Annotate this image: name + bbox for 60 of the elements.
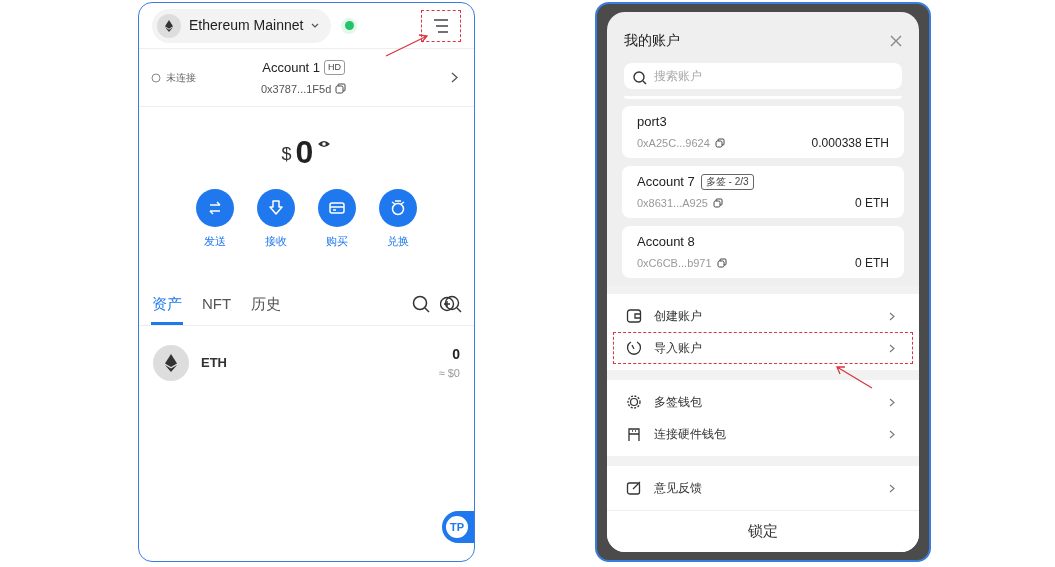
annotation-arrow xyxy=(834,364,874,390)
annotation-arrow xyxy=(384,32,430,58)
account-balance: 0 ETH xyxy=(855,195,889,213)
copy-icon xyxy=(714,138,725,149)
chevron-right-icon xyxy=(889,429,895,439)
copy-icon xyxy=(716,258,727,269)
add-token-button[interactable] xyxy=(440,295,462,313)
circle-icon xyxy=(151,72,161,83)
account-badge: HD xyxy=(324,60,346,76)
account-address: 0xC6CB...b971 xyxy=(637,256,712,271)
chevron-down-icon xyxy=(311,22,320,29)
account-name: Account 7 xyxy=(637,172,695,191)
account-card[interactable]: Account 8 0xC6CB...b971 0 ETH xyxy=(622,226,904,278)
account-address: 0xA25C...9624 xyxy=(637,136,710,151)
account-balance: 0 ETH xyxy=(855,255,889,273)
account-address: 0x3787...1F5d xyxy=(261,81,332,97)
asset-value: ≈ $0 xyxy=(438,365,460,381)
copy-icon xyxy=(712,198,723,209)
receive-icon xyxy=(266,198,286,218)
eye-icon xyxy=(317,139,332,149)
close-button[interactable] xyxy=(890,34,902,47)
account-address: 0x8631...A925 xyxy=(637,196,708,211)
account-name: Account 1 xyxy=(262,59,321,77)
currency-symbol: $ xyxy=(281,143,292,166)
tab[interactable]: 历史 xyxy=(250,283,283,325)
chevron-right-icon xyxy=(889,343,895,353)
menu-item[interactable]: 连接硬件钱包 xyxy=(613,418,913,450)
tab[interactable]: 资产 xyxy=(151,283,183,325)
copy-icon xyxy=(335,83,347,95)
sheet-title: 我的账户 xyxy=(624,31,680,50)
search-button[interactable] xyxy=(412,295,430,313)
account-card[interactable]: Account 7 多签 - 2/3 0x8631...A925 0 ETH xyxy=(622,166,904,218)
menu-item[interactable]: 多签钱包 xyxy=(613,386,913,418)
tab[interactable]: NFT xyxy=(201,283,233,325)
chevron-right-icon xyxy=(889,397,895,407)
menu-item[interactable]: 创建账户 xyxy=(613,300,913,332)
account-name: Account 8 xyxy=(637,232,695,251)
asset-symbol: ETH xyxy=(201,353,227,372)
search-field[interactable]: 搜索账户 xyxy=(624,63,902,89)
search-icon xyxy=(633,71,647,85)
asset-amount: 0 xyxy=(452,344,460,364)
account-name: port3 xyxy=(637,112,667,131)
search-plus-icon xyxy=(440,295,462,313)
account-balance: 0.000338 ETH xyxy=(811,135,889,153)
menu-icon xyxy=(432,17,450,34)
menu-button[interactable] xyxy=(421,9,461,42)
account-card[interactable]: port3 0xA25C...9624 0.000338 ETH xyxy=(622,106,904,158)
search-icon xyxy=(412,295,430,313)
balance-amount: 0 xyxy=(295,135,314,169)
network-selector[interactable]: Ethereum Mainnet xyxy=(152,8,332,43)
account-badge: 多签 - 2/3 xyxy=(700,173,754,190)
menu-item[interactable]: 导入账户 xyxy=(613,332,913,364)
connection-status: 未连接 xyxy=(166,71,196,85)
chevron-right-icon xyxy=(889,483,895,493)
chevron-right-icon xyxy=(889,311,895,321)
lock-button[interactable]: 锁定 xyxy=(740,520,786,543)
chevron-right-icon xyxy=(451,72,458,83)
asset-row[interactable]: ETH 0 ≈ $0 xyxy=(139,325,474,400)
close-icon xyxy=(890,34,902,47)
network-name: Ethereum Mainnet xyxy=(189,16,304,35)
